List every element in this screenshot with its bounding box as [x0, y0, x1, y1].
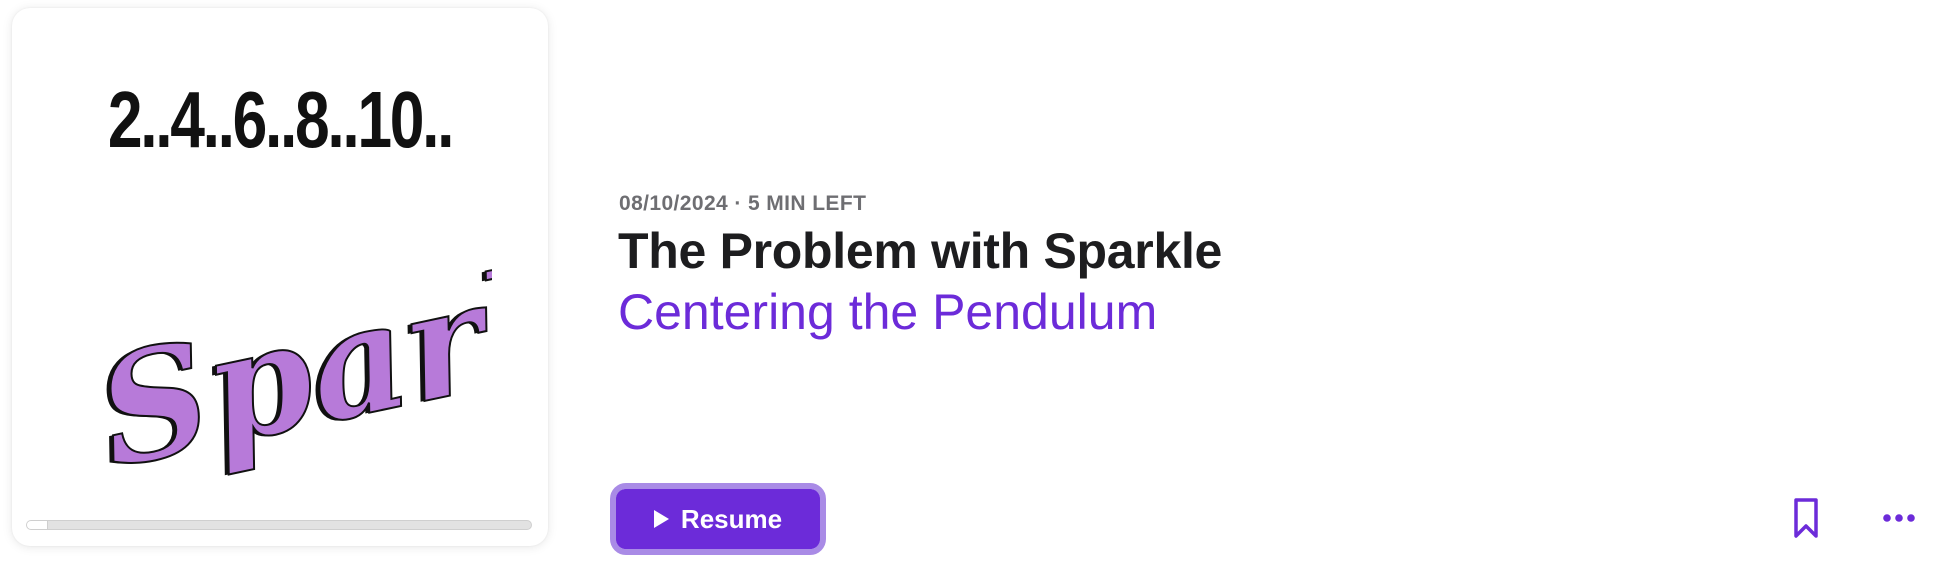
bookmark-icon[interactable] [1790, 496, 1822, 540]
resume-button[interactable]: Resume [610, 483, 826, 555]
more-icon[interactable] [1879, 506, 1919, 530]
episode-title[interactable]: The Problem with Sparkle [618, 222, 1222, 280]
episode-meta: 08/10/2024 · 5 MIN LEFT [619, 192, 867, 215]
svg-text:Sparkle: Sparkle [92, 208, 492, 502]
playback-progress-bar [26, 520, 532, 530]
resume-label: Resume [680, 503, 783, 534]
show-name-link[interactable]: Centering the Pendulum [618, 283, 1157, 341]
play-icon [653, 510, 669, 528]
artwork-sparkle-script: Sparkle Sparkle [92, 208, 492, 503]
episode-artwork[interactable]: 2..4..6..8..10.. Sparkle Sparkle [12, 8, 548, 546]
playback-progress-fill [27, 521, 49, 529]
artwork-numbers-text: 2..4..6..8..10.. [107, 75, 454, 164]
